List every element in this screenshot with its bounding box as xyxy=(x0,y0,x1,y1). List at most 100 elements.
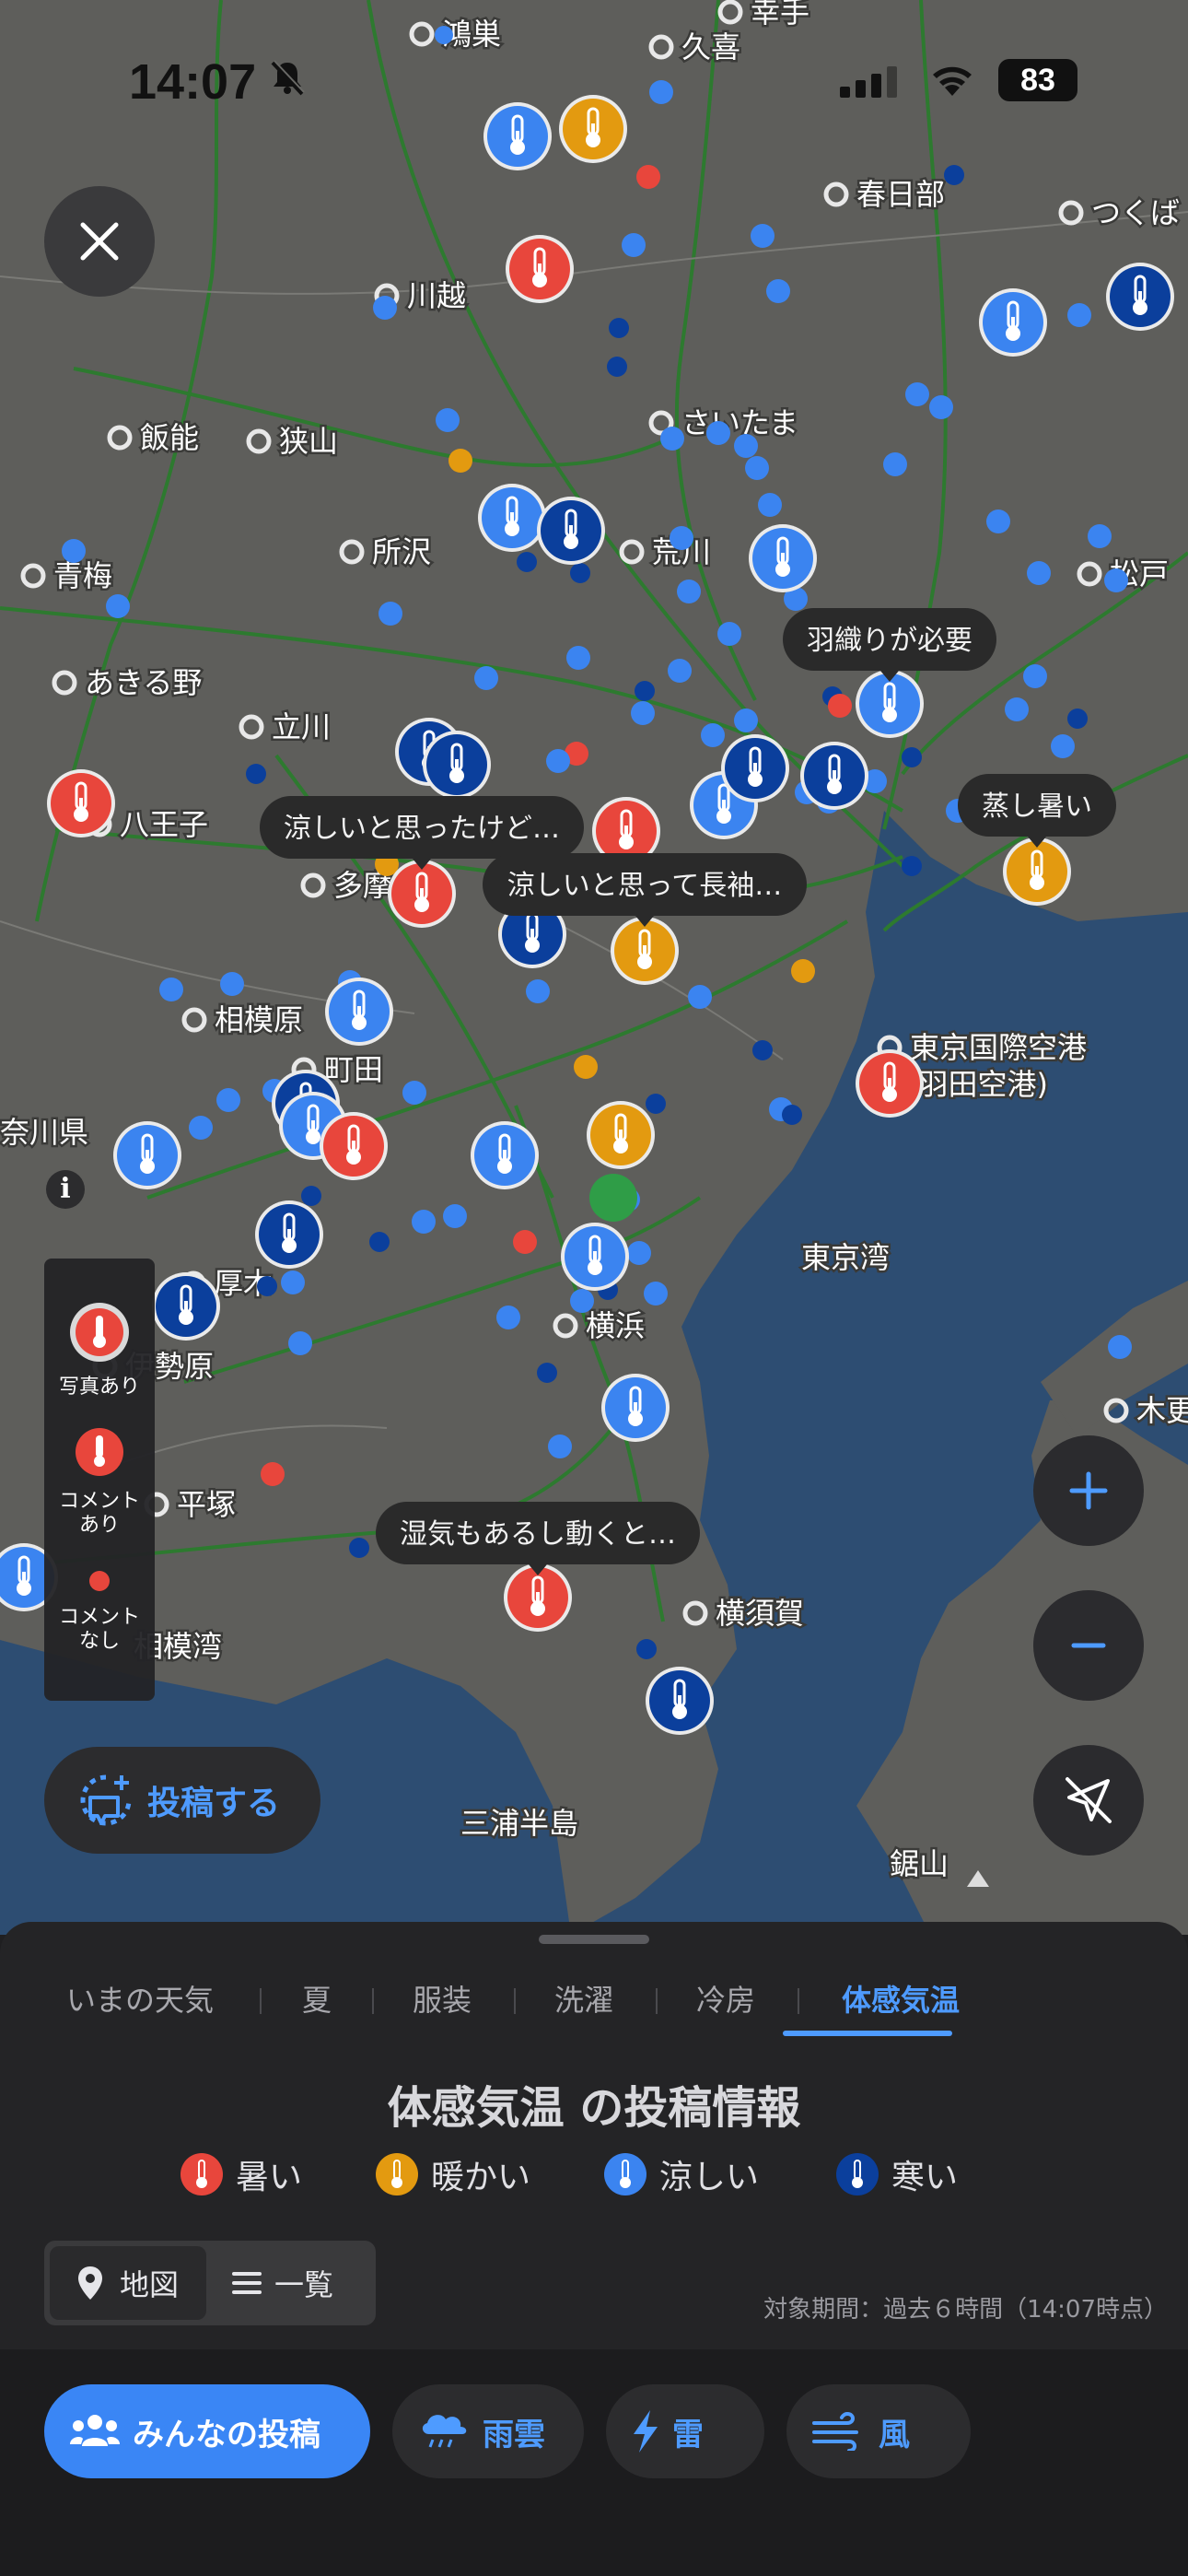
tab-separator xyxy=(798,1988,799,2014)
active-tab-indicator xyxy=(783,2031,952,2036)
comment-bubble[interactable]: 涼しいと思って長袖… xyxy=(483,853,807,927)
legend-nocomment-label: コメント なし xyxy=(58,1606,140,1653)
post-pin-cold[interactable] xyxy=(721,734,789,802)
post-pin-cool[interactable] xyxy=(325,978,393,1046)
status-time: 14:07 xyxy=(129,54,257,110)
nav-rain-cloud[interactable]: 雨雲 xyxy=(392,2384,584,2478)
post-pin-hot[interactable] xyxy=(320,1112,388,1180)
list-view-label: 一覧 xyxy=(274,2267,334,2302)
info-button[interactable]: i xyxy=(46,1170,85,1209)
post-pin-hot[interactable] xyxy=(856,1049,924,1118)
comment-bubble[interactable]: 湿気もあるし動くと… xyxy=(376,1502,700,1575)
info-icon: i xyxy=(60,1173,71,1205)
tab-aircon[interactable]: 冷房 xyxy=(696,1977,755,2051)
place-label: 東京湾 xyxy=(799,1238,892,1278)
post-pin-cool[interactable] xyxy=(749,524,817,592)
place-name: 狭山 xyxy=(279,424,338,459)
map-view-label: 地図 xyxy=(120,2267,180,2302)
place-name: 所沢 xyxy=(372,534,431,569)
sheet-title: 体感気温 の投稿情報 xyxy=(387,2082,801,2134)
post-pin-cool[interactable] xyxy=(561,1223,629,1291)
kind-warm-label: 暖かい xyxy=(431,2159,531,2196)
wifi-icon xyxy=(930,63,974,101)
tab-summer[interactable]: 夏 xyxy=(302,1977,332,2051)
tab-clothing[interactable]: 服装 xyxy=(413,1977,472,2051)
post-pin-cool[interactable] xyxy=(478,484,546,552)
place-name: つくば xyxy=(1091,195,1180,230)
tab-separator xyxy=(260,1988,262,2014)
post-pin-cool[interactable] xyxy=(601,1374,670,1442)
place-label: 鋸山 xyxy=(888,1844,951,1884)
post-pin-cold[interactable] xyxy=(255,1200,323,1269)
place-name: 横須賀 xyxy=(716,1596,804,1631)
dot-icon xyxy=(89,1571,110,1591)
location-off-button[interactable] xyxy=(1033,1745,1144,1856)
rain-cloud-icon xyxy=(422,2415,467,2448)
post-pin-cool[interactable] xyxy=(471,1121,539,1189)
location-off-icon xyxy=(1066,1777,1112,1823)
legend-nocomment: コメント なし xyxy=(44,1568,155,1654)
place-name: 町田 xyxy=(324,1052,383,1087)
nav-rain-cloud-label: 雨雲 xyxy=(483,2416,545,2453)
post-button[interactable]: 投稿する xyxy=(44,1747,320,1854)
map-view-option[interactable]: 地図 xyxy=(50,2246,206,2320)
post-pin-cold[interactable] xyxy=(1106,263,1174,331)
legend-photo-label: 写真あり xyxy=(58,1376,140,1399)
post-pin-cold[interactable] xyxy=(646,1667,714,1735)
thermometer-icon xyxy=(376,2153,418,2195)
minus-icon xyxy=(1071,1643,1106,1648)
post-pin-cold[interactable] xyxy=(537,497,605,565)
place-name: 立川 xyxy=(272,709,331,744)
silent-bell-icon xyxy=(269,59,306,105)
post-pin-cool[interactable] xyxy=(979,288,1047,357)
post-pin-cold[interactable] xyxy=(152,1272,220,1341)
place-name: 青梅 xyxy=(53,558,112,593)
post-pin-cool[interactable] xyxy=(113,1121,181,1189)
post-pin-hot[interactable] xyxy=(388,860,456,928)
post-pin-warm[interactable] xyxy=(1003,837,1071,906)
close-button[interactable] xyxy=(44,186,155,297)
place-name: 三浦半島 xyxy=(460,1806,578,1841)
tab-separator xyxy=(656,1988,658,2014)
post-pin-hot[interactable] xyxy=(47,769,115,837)
sheet-grabber[interactable] xyxy=(539,1935,649,1944)
tab-current-weather[interactable]: いまの天気 xyxy=(66,1977,214,2051)
place-name: 東京国際空港 xyxy=(910,1030,1087,1065)
photo-pin-icon xyxy=(70,1303,129,1362)
place-name: 奈川県 xyxy=(0,1115,88,1150)
kind-hot-label: 暑い xyxy=(236,2159,303,2196)
post-icon xyxy=(80,1774,132,1826)
list-icon xyxy=(232,2272,262,2294)
kind-cold-label: 寒い xyxy=(891,2159,959,2196)
place-name: さいたま xyxy=(681,405,798,440)
tab-laundry[interactable]: 洗濯 xyxy=(554,1977,613,2051)
nav-lightning[interactable]: 雷 xyxy=(606,2384,764,2478)
map-pin-icon xyxy=(78,2266,102,2300)
list-view-option[interactable]: 一覧 xyxy=(212,2246,370,2320)
place-name: 八王子 xyxy=(120,807,208,842)
weather-map[interactable]: 鴻巣 久喜幸手春日部つくば川越飯能 狭山さいたま所沢 荒川青梅 松戸あきる野立川八王子多… xyxy=(0,0,1188,1935)
comment-pin-icon xyxy=(76,1428,123,1476)
category-tabs: いまの天気 夏 服装 洗濯 冷房 体感気温 xyxy=(37,1977,1179,2051)
comment-bubble[interactable]: 羽織りが必要 xyxy=(783,608,996,682)
post-pin-cold[interactable] xyxy=(800,742,868,810)
legend-photo: 写真あり xyxy=(44,1301,155,1399)
post-pin-hot[interactable] xyxy=(506,235,574,303)
legend-comment: コメント あり xyxy=(44,1426,155,1538)
kind-warm: 暖かい xyxy=(376,2150,530,2198)
place-name: 川越 xyxy=(407,278,466,313)
tab-separator xyxy=(514,1988,516,2014)
zoom-in-button[interactable] xyxy=(1033,1435,1144,1546)
nav-wind[interactable]: 風 xyxy=(786,2384,971,2478)
thermometer-icon xyxy=(181,2153,223,2195)
post-pin-warm[interactable] xyxy=(587,1101,655,1169)
post-pin-cold[interactable] xyxy=(423,731,491,799)
post-pin-warm[interactable] xyxy=(611,917,679,985)
zoom-out-button[interactable] xyxy=(1033,1590,1144,1701)
tab-feels-like[interactable]: 体感気温 xyxy=(842,1977,960,2051)
wind-icon xyxy=(812,2412,858,2451)
comment-bubble-text: 羽織りが必要 xyxy=(807,625,973,657)
nav-posts[interactable]: みんなの投稿 xyxy=(44,2384,370,2478)
place-name: 平塚 xyxy=(177,1487,236,1522)
pin-legend: 写真あり コメント あり コメント なし xyxy=(44,1259,155,1701)
